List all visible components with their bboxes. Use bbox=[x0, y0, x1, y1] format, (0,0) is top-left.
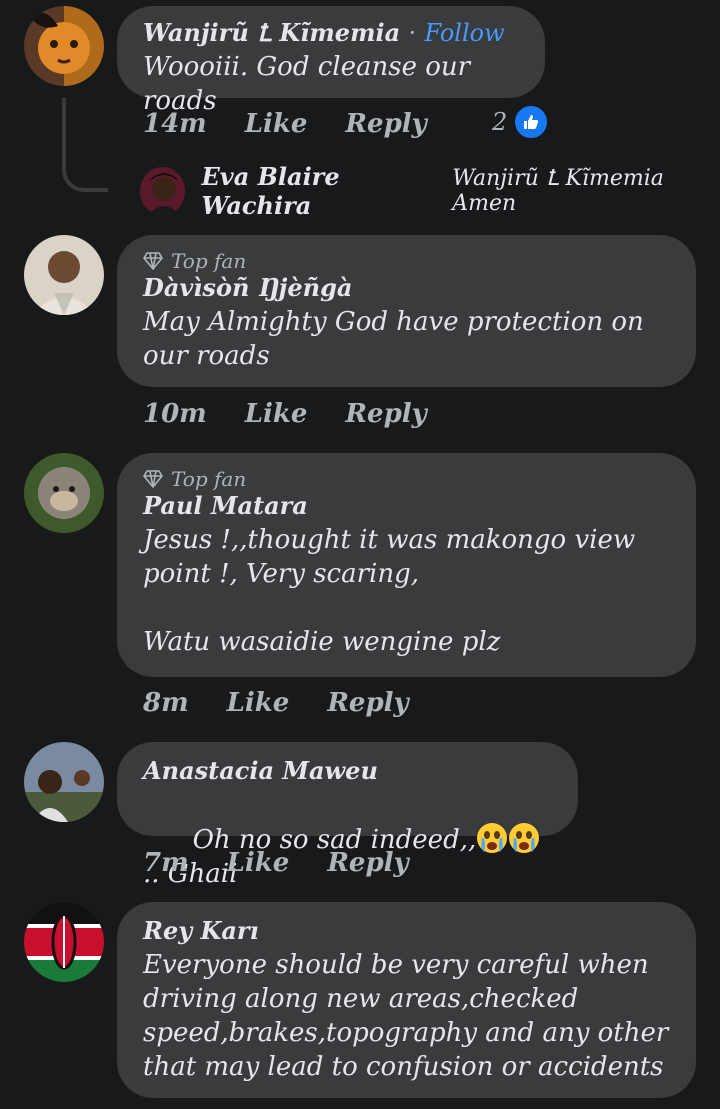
top-fan-badge: Top fan bbox=[143, 467, 670, 491]
comment-actions: 10m Like Reply bbox=[143, 399, 427, 429]
reply-body: Amen bbox=[452, 191, 517, 216]
comment-bubble: Top fan Paul Matara Jesus !,,thought it … bbox=[117, 453, 696, 677]
comment-bubble: Top fan Dàvìsòñ Ŋjèñgà May Almighty God … bbox=[117, 235, 696, 387]
comment-time[interactable]: 7m bbox=[143, 848, 189, 878]
comment-actions: 8m Like Reply bbox=[143, 688, 409, 718]
reply-text: Wanjirũ Ꝉ Kĩmemia Amen bbox=[452, 166, 720, 216]
girl-portrait-avatar-icon bbox=[140, 167, 186, 215]
author-name[interactable]: Wanjirũ Ꝉ Kĩmemia bbox=[143, 18, 400, 47]
badge-label: Top fan bbox=[171, 249, 247, 273]
lion-face-avatar-icon bbox=[24, 6, 104, 86]
avatar[interactable] bbox=[24, 902, 104, 982]
like-button[interactable]: Like bbox=[227, 688, 290, 718]
like-button[interactable]: Like bbox=[245, 399, 308, 429]
reply-thread-line bbox=[62, 98, 108, 192]
crying-face-icon bbox=[477, 823, 508, 853]
comment-actions: 7m Like Reply bbox=[143, 848, 409, 878]
comment-bubble: Anastacia Maweu Oh no so sad indeed,,.. … bbox=[117, 742, 578, 889]
author-name[interactable]: Paul Matara bbox=[143, 491, 670, 521]
avatar[interactable] bbox=[24, 742, 104, 822]
comment-time[interactable]: 8m bbox=[143, 688, 189, 718]
reply-button[interactable]: Reply bbox=[345, 109, 426, 139]
avatar[interactable] bbox=[140, 167, 186, 215]
comment-text: Jesus !,,thought it was makongo view poi… bbox=[143, 525, 636, 657]
comment-text: Woooiii. God cleanse our roads bbox=[143, 52, 479, 116]
separator-dot: · bbox=[408, 19, 417, 47]
reply-button[interactable]: Reply bbox=[345, 399, 426, 429]
like-button[interactable]: Like bbox=[227, 848, 290, 878]
reaction-summary[interactable]: 2 bbox=[492, 104, 550, 140]
comment-author: Wanjirũ Ꝉ Kĩmemia · Follow bbox=[143, 18, 519, 48]
diamond-icon bbox=[143, 470, 163, 488]
comment-text: Everyone should be very careful when dri… bbox=[143, 950, 677, 1082]
follow-button[interactable]: Follow bbox=[425, 19, 505, 47]
reply-button[interactable]: Reply bbox=[327, 688, 408, 718]
thumbs-up-icon bbox=[513, 104, 550, 140]
group-photo-avatar-icon bbox=[24, 742, 104, 822]
comment-bubble: Wanjirũ Ꝉ Kĩmemia · Follow Woooiii. God … bbox=[117, 6, 545, 116]
comment-time[interactable]: 10m bbox=[143, 399, 207, 429]
comment-time[interactable]: 14m bbox=[143, 109, 207, 139]
comment-actions: 14m Like Reply bbox=[143, 109, 427, 139]
mention-link[interactable]: Wanjirũ Ꝉ Kĩmemia bbox=[452, 166, 664, 191]
avatar[interactable] bbox=[24, 6, 104, 86]
reply-button[interactable]: Reply bbox=[327, 848, 408, 878]
badge-label: Top fan bbox=[171, 467, 247, 491]
reaction-count: 2 bbox=[492, 108, 508, 136]
avatar[interactable] bbox=[24, 453, 104, 533]
author-name[interactable]: Rey Karı bbox=[143, 916, 670, 946]
crying-face-icon bbox=[509, 823, 540, 853]
top-fan-badge: Top fan bbox=[143, 249, 670, 273]
kenya-flag-avatar-icon bbox=[24, 902, 104, 982]
reply-item: Eva Blaire Wachira Wanjirũ Ꝉ Kĩmemia Ame… bbox=[140, 162, 720, 220]
man-portrait-avatar-icon bbox=[24, 235, 104, 315]
author-name[interactable]: Dàvìsòñ Ŋjèñgà bbox=[143, 273, 670, 303]
monkey-avatar-icon bbox=[24, 453, 104, 533]
reply-author[interactable]: Eva Blaire Wachira bbox=[201, 162, 444, 220]
like-button[interactable]: Like bbox=[245, 109, 308, 139]
diamond-icon bbox=[143, 252, 163, 270]
author-name[interactable]: Anastacia Maweu bbox=[143, 756, 552, 786]
comment-text: May Almighty God have protection on our … bbox=[143, 307, 653, 371]
comment-bubble: Rey Karı Everyone should be very careful… bbox=[117, 902, 696, 1098]
avatar[interactable] bbox=[24, 235, 104, 315]
